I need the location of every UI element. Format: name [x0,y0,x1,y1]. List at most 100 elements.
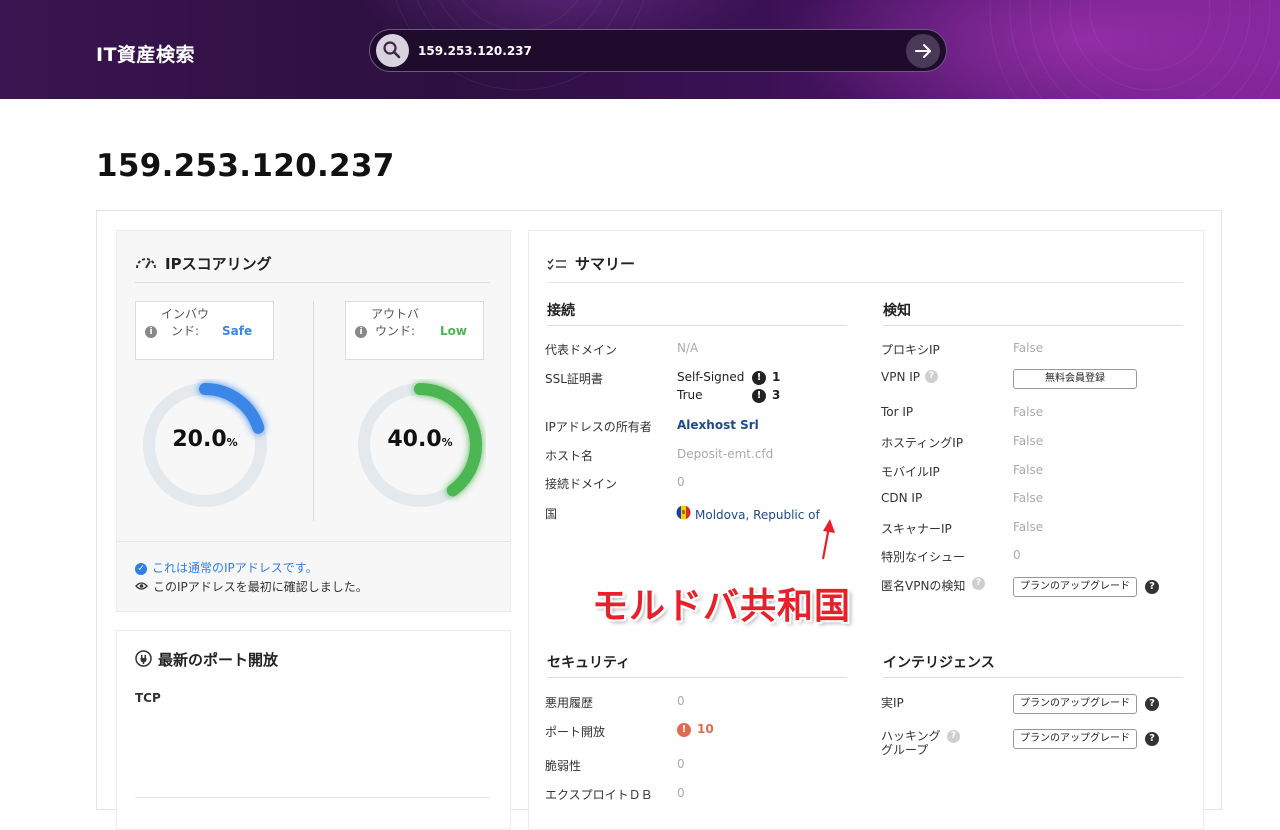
tcp-label: TCP [135,691,161,705]
search-input[interactable] [418,40,888,62]
inbound-value: Safe [222,324,253,338]
divider [135,282,490,283]
main-domain-label: 代表ドメイン [545,343,618,357]
real-ip-label: 実IP [881,696,904,710]
ip-scoring-title: IPスコアリング [165,255,272,273]
tor-ip-label: Tor IP [881,405,914,419]
moldova-flag-icon [676,505,691,524]
summary-title: サマリー [575,255,636,273]
country-label: 国 [545,507,558,521]
open-ports-label: ポート開放 [545,725,606,739]
outbound-box: i アウトバウンド: Low [345,301,484,360]
cdn-ip-label: CDN IP [881,491,923,505]
country-value[interactable]: Moldova, Republic of [695,508,820,522]
note-first-seen: このIPアドレスを最初に確認しました。 [153,580,368,594]
annotation-label: モルドバ共和国 [592,586,852,627]
page-title: 159.253.120.237 [96,148,395,184]
exclamation-icon: ! [752,388,766,403]
free-signup-button[interactable]: 無料会員登録 [1013,369,1137,389]
question-icon[interactable]: ? [972,577,985,590]
hacking-group-label: ハッキング グループ [881,729,941,757]
proxy-ip-value: False [1013,341,1044,355]
question-icon[interactable]: ? [947,730,960,743]
ssl-label: SSL証明書 [545,372,603,386]
check-circle-icon: ✓ [135,562,147,575]
latest-ports-heading: 最新のポート開放 [135,649,278,671]
divider [883,325,1183,326]
detection-section-title: 検知 [883,303,911,319]
help-icon[interactable]: ? [1145,580,1159,594]
special-issue-value: 0 [1013,548,1021,562]
speedometer-icon [135,256,157,274]
cdn-ip-value: False [1013,491,1044,505]
ssl-self-signed-count: ! 1 [752,370,780,385]
exclamation-icon: ! [677,722,691,737]
help-icon[interactable]: ? [1145,697,1159,711]
divider [117,541,510,542]
owner-label: IPアドレスの所有者 [545,420,652,434]
search-bar [369,29,947,72]
note-normal-ip[interactable]: これは通常のIPアドレスです。 [152,559,318,578]
result-panel: IPスコアリング i インバウンド: Safe i アウトバウンド: Low 2… [96,210,1222,830]
hosting-ip-label: ホスティングIP [881,436,964,450]
latest-ports-title: 最新のポート開放 [158,651,279,669]
vertical-divider [313,301,314,521]
open-ports-value[interactable]: ! 10 [677,722,714,737]
exploit-db-value: 0 [677,786,685,800]
scanner-ip-label: スキャナーIP [881,522,952,536]
owner-value[interactable]: Alexhost Srl [677,418,759,432]
outbound-percent: 40.0% [387,427,453,452]
ip-notes: ✓ これは通常のIPアドレスです。 このIPアドレスを最初に確認しました。 [135,559,368,597]
brand-title[interactable]: IT資産検索 [96,40,195,67]
eye-icon [135,578,148,597]
ssl-self-signed-label: Self-Signed [677,370,745,384]
help-icon[interactable]: ? [1145,732,1159,746]
search-icon[interactable] [376,34,409,67]
question-icon[interactable]: ? [925,370,938,383]
country-value-wrap: Moldova, Republic of [676,505,820,524]
connected-domains-label: 接続ドメイン [545,477,618,491]
mobile-ip-value: False [1013,463,1044,477]
tor-ip-value: False [1013,405,1044,419]
exploit-db-label: エクスプロイトＤＢ [545,788,653,802]
top-header: IT資産検索 [0,0,1280,99]
divider [547,282,1183,283]
inbound-box: i インバウンド: Safe [135,301,274,360]
inbound-gauge: 20.0% [139,379,271,511]
upgrade-plan-button[interactable]: プランのアップグレード [1013,694,1137,714]
upgrade-plan-button[interactable]: プランのアップグレード [1013,729,1137,749]
special-issue-label: 特別なイシュー [881,550,966,564]
vulnerability-value: 0 [677,757,685,771]
divider [883,677,1183,678]
checklist-icon [547,256,567,274]
intelligence-section-title: インテリジェンス [883,655,995,671]
summary-card: サマリー 接続 代表ドメイン N/A SSL証明書 Self-Signed ! 1… [528,230,1204,830]
connected-domains-value: 0 [677,475,685,489]
anon-vpn-label: 匿名VPNの検知 [881,579,966,593]
security-section-title: セキュリティ [547,655,631,671]
vpn-ip-label: VPN IP [881,370,921,384]
outbound-value: Low [440,324,467,338]
latest-ports-card: 最新のポート開放 TCP [116,630,511,830]
scanner-ip-value: False [1013,520,1044,534]
plug-icon [135,650,152,671]
summary-heading: サマリー [547,253,635,274]
ip-scoring-card: IPスコアリング i インバウンド: Safe i アウトバウンド: Low 2… [116,230,511,612]
abuse-history-value: 0 [677,694,685,708]
main-domain-value: N/A [677,341,699,355]
ssl-true-count: ! 3 [752,388,780,403]
info-icon[interactable]: i [145,326,157,338]
ip-scoring-heading: IPスコアリング [135,253,272,274]
inbound-label: インバウンド: [160,307,209,338]
annotation-arrow [821,519,835,560]
hosting-ip-value: False [1013,434,1044,448]
divider [135,797,490,798]
inbound-percent: 20.0% [172,427,238,452]
connection-section-title: 接続 [547,303,575,319]
divider [547,677,847,678]
mobile-ip-label: モバイルIP [881,465,940,479]
vulnerability-label: 脆弱性 [545,759,582,773]
info-icon[interactable]: i [355,326,367,338]
arrow-right-icon[interactable] [906,34,940,68]
upgrade-plan-button[interactable]: プランのアップグレード [1013,577,1137,597]
